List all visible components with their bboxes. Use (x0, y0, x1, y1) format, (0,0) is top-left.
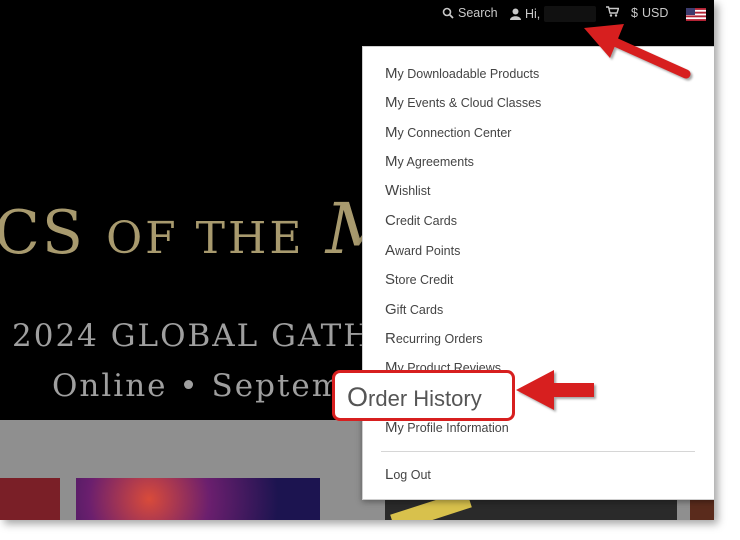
callout-initial: O (347, 382, 369, 412)
menu-item-label: ishlist (399, 184, 431, 198)
product-tile[interactable] (76, 478, 320, 520)
account-dropdown-menu: My Downloadable Products My Events & Clo… (362, 46, 714, 500)
product-tile[interactable] (385, 490, 677, 520)
order-history-callout[interactable]: Order History (332, 370, 515, 421)
menu-item-initial: A (385, 242, 396, 259)
menu-item-gift-cards[interactable]: Gift Cards (385, 301, 443, 318)
callout-label: rder History (368, 386, 482, 411)
currency-symbol: $ (631, 6, 638, 20)
menu-divider (381, 451, 695, 452)
menu-item-label: y Agreements (397, 155, 474, 169)
search-link[interactable]: Search (442, 6, 498, 20)
menu-item-log-out[interactable]: Log Out (385, 466, 431, 483)
menu-item-label: y Events & Cloud Classes (397, 96, 542, 110)
menu-item-label: og Out (393, 468, 431, 482)
menu-item-initial: M (385, 94, 398, 111)
menu-item-connection-center[interactable]: My Connection Center (385, 124, 511, 141)
greeting-label: Hi, (525, 7, 541, 21)
redacted-username (544, 6, 597, 22)
menu-item-label: y Downloadable Products (397, 67, 540, 81)
menu-item-initial: S (385, 271, 396, 288)
menu-item-initial: M (385, 153, 398, 170)
menu-item-recurring-orders[interactable]: Recurring Orders (385, 330, 483, 347)
hero-title-part2: OF THE (106, 213, 305, 264)
annotation-arrow-icon (516, 370, 594, 410)
menu-item-initial: G (385, 301, 397, 318)
menu-item-label: y Connection Center (397, 126, 512, 140)
currency-selector[interactable]: $ USD (631, 6, 668, 20)
menu-item-initial: M (385, 419, 398, 436)
order-history-label: Order History (347, 382, 482, 413)
menu-item-label: redit Cards (395, 214, 457, 228)
hero-date-line: Online • Septemb (52, 368, 365, 404)
language-selector[interactable] (686, 8, 706, 21)
cart-icon (606, 6, 619, 17)
hero-subtitle: 2024 GLOBAL GATH (12, 318, 373, 354)
menu-item-initial: W (385, 182, 400, 199)
menu-item-events-cloud-classes[interactable]: My Events & Cloud Classes (385, 94, 541, 111)
menu-item-wishlist[interactable]: Wishlist (385, 182, 430, 199)
user-icon (510, 8, 521, 20)
hero-title: CS OF THE M (0, 188, 399, 270)
us-flag-icon (686, 8, 706, 21)
menu-item-label: ward Points (395, 244, 461, 258)
menu-item-label: y Profile Information (397, 421, 509, 435)
menu-item-credit-cards[interactable]: Credit Cards (385, 212, 457, 229)
search-icon (442, 7, 454, 19)
menu-item-initial: M (385, 65, 398, 82)
menu-item-initial: M (385, 124, 398, 141)
menu-item-label: tore Credit (395, 273, 454, 287)
search-label: Search (458, 6, 498, 20)
menu-item-store-credit[interactable]: Store Credit (385, 271, 453, 288)
menu-item-initial: C (385, 212, 396, 229)
annotation-arrow-icon (584, 24, 691, 79)
currency-code: USD (641, 6, 669, 20)
account-menu-toggle[interactable]: Hi, (510, 6, 597, 22)
menu-item-label: ift Cards (396, 303, 444, 317)
hero-title-part1: CS (0, 198, 86, 268)
cart-link[interactable] (606, 6, 619, 17)
menu-item-initial: R (385, 330, 396, 347)
product-tile[interactable] (690, 498, 714, 520)
menu-item-downloadable-products[interactable]: My Downloadable Products (385, 65, 539, 82)
menu-item-award-points[interactable]: Award Points (385, 242, 460, 259)
product-tile[interactable] (0, 478, 60, 520)
menu-item-agreements[interactable]: My Agreements (385, 153, 474, 170)
menu-item-profile-information[interactable]: My Profile Information (385, 419, 509, 436)
menu-item-label: ecurring Orders (395, 332, 483, 346)
